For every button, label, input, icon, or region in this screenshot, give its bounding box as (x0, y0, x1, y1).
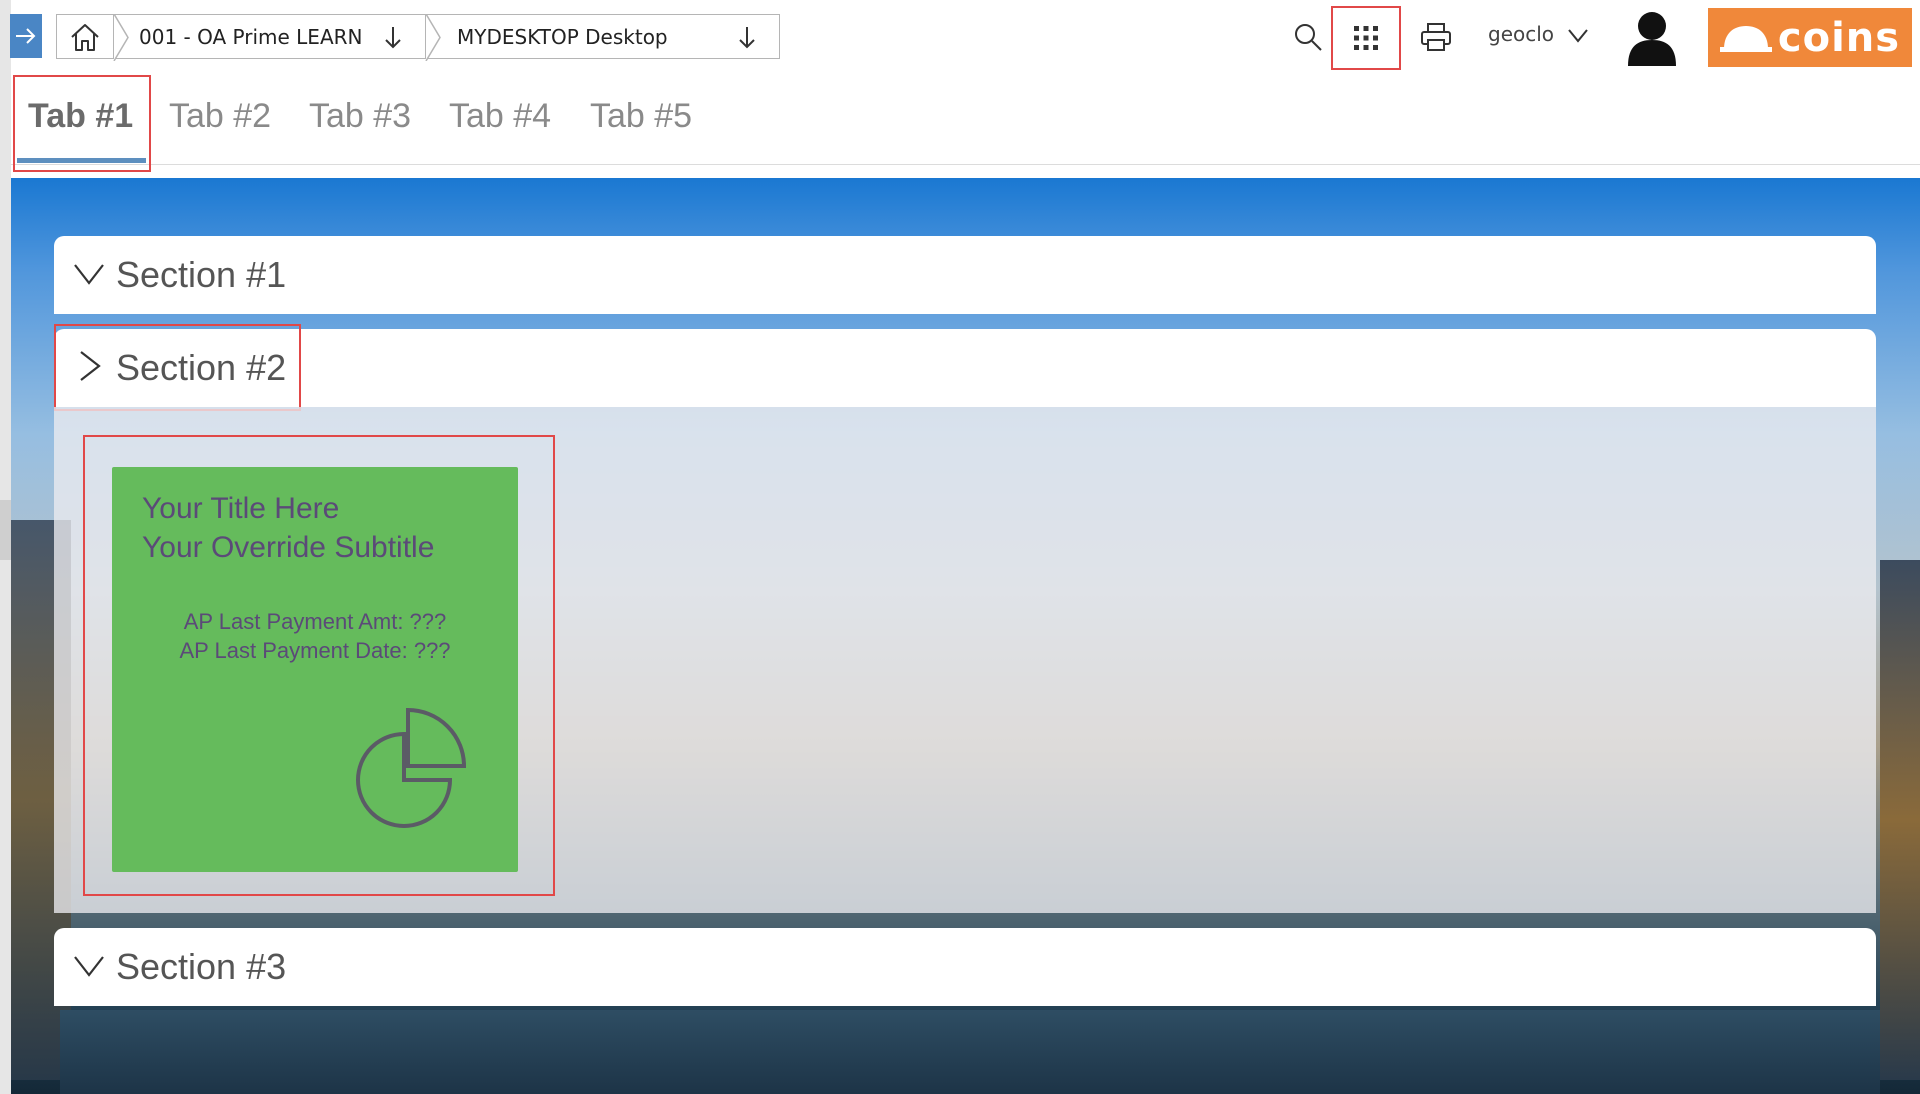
grid-icon (1354, 26, 1378, 50)
tab-4[interactable]: Tab #4 (449, 97, 551, 136)
breadcrumb-desktop[interactable]: MYDESKTOP Desktop (426, 14, 780, 59)
printer-icon (1421, 22, 1451, 51)
section-3-header[interactable]: Section #3 (54, 928, 1876, 1006)
arrow-down-icon (739, 27, 755, 49)
user-avatar-icon[interactable] (1624, 8, 1680, 66)
section-1-header[interactable]: Section #1 (54, 236, 1876, 314)
search-icon (1295, 23, 1322, 51)
logo-text: coins (1777, 14, 1901, 61)
chevron-down-icon[interactable] (72, 256, 106, 290)
home-icon (71, 23, 99, 51)
background-city-right (1880, 560, 1920, 1080)
chevron-down-icon[interactable] (72, 948, 106, 982)
apps-grid-button[interactable] (1331, 6, 1401, 70)
background-water (60, 1010, 1880, 1094)
breadcrumb-company-label: 001 - OA Prime LEARN (139, 24, 363, 49)
section-1-title: Section #1 (116, 254, 287, 295)
arrow-down-icon (385, 27, 401, 49)
chevron-down-icon[interactable] (1566, 24, 1590, 46)
left-edge-scroll-thumb[interactable] (0, 500, 11, 560)
tab-5[interactable]: Tab #5 (590, 97, 692, 136)
section-2-header[interactable]: Section #2 (54, 329, 1876, 407)
tab-3[interactable]: Tab #3 (309, 97, 411, 136)
breadcrumb-separator (113, 14, 129, 61)
section-2-highlight (54, 324, 301, 411)
breadcrumb-desktop-label: MYDESKTOP Desktop (457, 24, 668, 49)
expand-menu-button[interactable] (10, 14, 42, 58)
breadcrumb-company[interactable]: 001 - OA Prime LEARN (114, 14, 426, 59)
hardhat-icon (1719, 25, 1772, 52)
coins-logo: coins (1708, 8, 1912, 67)
search-button[interactable] (1286, 14, 1330, 59)
tab-2[interactable]: Tab #2 (169, 97, 271, 136)
breadcrumb-separator (425, 14, 441, 61)
tab-1-highlight (13, 75, 151, 172)
tab-bar (11, 75, 1920, 165)
section-3-title: Section #3 (116, 946, 287, 987)
home-button[interactable] (56, 14, 114, 59)
arrow-right-icon (16, 28, 36, 44)
tile-highlight (83, 435, 555, 896)
user-name[interactable]: geoclo (1488, 22, 1554, 46)
print-button[interactable] (1414, 14, 1458, 59)
